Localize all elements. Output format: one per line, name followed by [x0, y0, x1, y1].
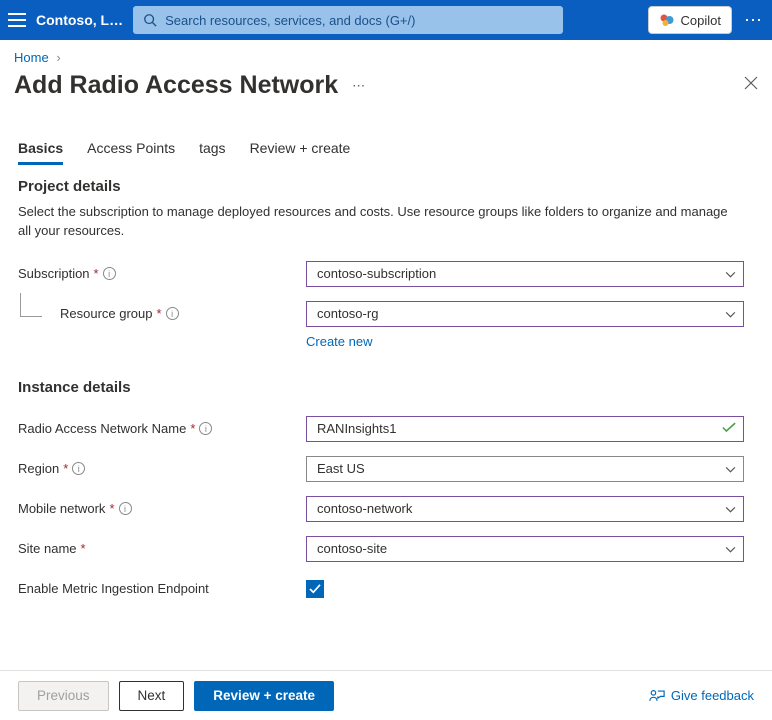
mobile-network-label: Mobile network* i	[18, 501, 306, 516]
tab-access-points[interactable]: Access Points	[87, 134, 175, 164]
org-name[interactable]: Contoso, L…	[36, 12, 123, 28]
resource-group-label: Resource group* i	[18, 306, 306, 321]
form-content: Project details Select the subscription …	[0, 164, 772, 624]
project-details-desc: Select the subscription to manage deploy…	[18, 203, 738, 241]
search-icon	[143, 13, 157, 27]
breadcrumb: Home ›	[0, 40, 772, 69]
tab-tags[interactable]: tags	[199, 134, 225, 164]
project-details-heading: Project details	[18, 178, 754, 195]
feedback-icon	[649, 688, 665, 703]
info-icon[interactable]: i	[103, 267, 116, 280]
previous-button[interactable]: Previous	[18, 681, 109, 711]
close-icon[interactable]	[744, 76, 758, 95]
global-search-input[interactable]: Search resources, services, and docs (G+…	[133, 6, 563, 34]
instance-details-heading: Instance details	[18, 379, 754, 396]
site-name-label: Site name*	[18, 541, 306, 556]
site-name-select[interactable]	[306, 536, 744, 562]
page-title: Add Radio Access Network	[14, 71, 338, 100]
region-select[interactable]	[306, 456, 744, 482]
mobile-network-select[interactable]	[306, 496, 744, 522]
chevron-right-icon: ›	[56, 50, 60, 65]
more-menu-icon[interactable]: ⋯	[742, 11, 764, 29]
tab-review[interactable]: Review + create	[250, 134, 351, 164]
tab-basics[interactable]: Basics	[18, 134, 63, 164]
give-feedback-link[interactable]: Give feedback	[649, 688, 754, 703]
review-create-button[interactable]: Review + create	[194, 681, 334, 711]
resource-group-select[interactable]	[306, 301, 744, 327]
page-title-bar: Add Radio Access Network ⋯	[0, 69, 772, 106]
subscription-select[interactable]	[306, 261, 744, 287]
ran-name-input[interactable]	[306, 416, 744, 442]
ran-name-label: Radio Access Network Name* i	[18, 421, 306, 436]
menu-toggle-icon[interactable]	[8, 13, 26, 27]
global-header: Contoso, L… Search resources, services, …	[0, 0, 772, 40]
info-icon[interactable]: i	[72, 462, 85, 475]
create-new-link[interactable]: Create new	[306, 334, 372, 349]
title-more-icon[interactable]: ⋯	[352, 78, 366, 94]
subscription-label: Subscription* i	[18, 266, 306, 281]
next-button[interactable]: Next	[119, 681, 185, 711]
search-placeholder: Search resources, services, and docs (G+…	[165, 13, 415, 28]
copilot-button[interactable]: Copilot	[648, 6, 732, 34]
footer-bar: Previous Next Review + create Give feedb…	[0, 670, 772, 720]
copilot-icon	[659, 12, 675, 28]
check-ok-icon	[722, 421, 736, 436]
info-icon[interactable]: i	[119, 502, 132, 515]
tab-strip: Basics Access Points tags Review + creat…	[0, 106, 772, 164]
info-icon[interactable]: i	[166, 307, 179, 320]
enable-metric-checkbox[interactable]	[306, 580, 324, 598]
region-label: Region* i	[18, 461, 306, 476]
enable-metric-label: Enable Metric Ingestion Endpoint	[18, 581, 306, 596]
breadcrumb-home[interactable]: Home	[14, 50, 49, 65]
info-icon[interactable]: i	[199, 422, 212, 435]
